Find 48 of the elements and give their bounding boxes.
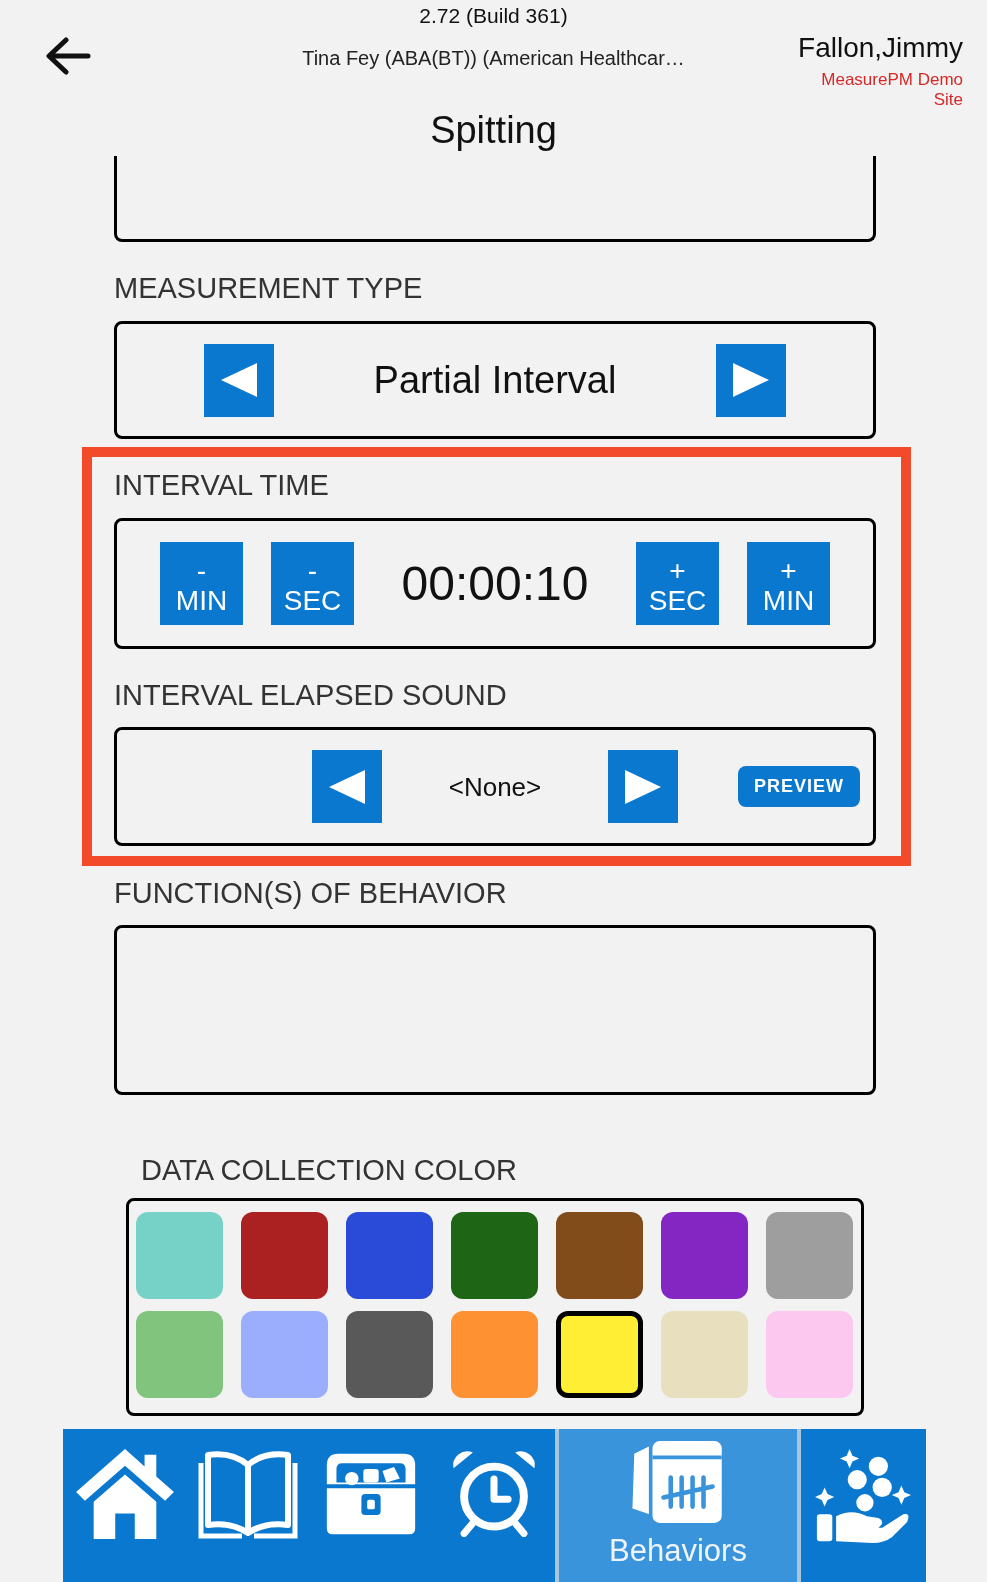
interval-time-value: 00:00:10	[401, 555, 589, 612]
color-swatch-icon[interactable]	[661, 1311, 748, 1398]
step-button[interactable]: - MIN	[160, 542, 243, 625]
behaviors-tab[interactable]: Behaviors	[555, 1429, 801, 1582]
back-arrow-icon[interactable]	[45, 37, 91, 75]
color-swatch-icon[interactable]	[346, 1212, 433, 1299]
behavior-title: Spitting	[430, 108, 557, 152]
step-button[interactable]: + SEC	[636, 542, 719, 625]
previous-button[interactable]	[204, 343, 274, 417]
sound-value: <None>	[448, 770, 542, 803]
next-button[interactable]	[608, 750, 678, 823]
input-field[interactable]	[114, 156, 876, 242]
color-swatch-icon[interactable]	[136, 1212, 223, 1299]
calendar-tally-icon	[632, 1441, 724, 1523]
section-label: INTERVAL ELAPSED SOUND	[114, 679, 507, 711]
client-subtitle: Tina Fey (ABA(BT)) (American Healthcar…	[302, 46, 685, 71]
color-swatch-icon[interactable]	[136, 1311, 223, 1398]
step-button[interactable]: + MIN	[747, 542, 830, 625]
section-label: MEASUREMENT TYPE	[114, 272, 423, 304]
step-button[interactable]: - SEC	[271, 542, 354, 625]
user-name: Fallon,Jimmy	[798, 31, 963, 65]
color-swatch-icon[interactable]	[556, 1311, 643, 1398]
triangle-left-icon	[329, 769, 365, 804]
previous-button[interactable]	[312, 750, 382, 823]
site-name: MeasurePM Demo Site	[820, 70, 963, 110]
color-swatch-icon[interactable]	[241, 1311, 328, 1398]
next-button[interactable]	[716, 343, 786, 417]
triangle-right-icon	[625, 769, 661, 804]
preview-button[interactable]: PREVIEW	[738, 766, 860, 807]
version-text: 2.72 (Build 361)	[419, 3, 568, 29]
color-swatch-icon[interactable]	[766, 1311, 853, 1398]
input-field[interactable]	[114, 925, 876, 1095]
section-label: INTERVAL TIME	[114, 469, 329, 501]
color-swatch-icon[interactable]	[451, 1212, 538, 1299]
open-book-icon	[197, 1449, 298, 1539]
color-swatch-icon[interactable]	[766, 1212, 853, 1299]
section-label: FUNCTION(S) OF BEHAVIOR	[114, 877, 507, 909]
triangle-left-icon	[221, 363, 257, 397]
triangle-right-icon	[733, 363, 769, 397]
measurement-type-value: Partial Interval	[373, 358, 617, 402]
section-label: DATA COLLECTION COLOR	[141, 1154, 517, 1186]
color-swatch-icon[interactable]	[661, 1212, 748, 1299]
hand-coins-icon	[814, 1449, 911, 1545]
color-swatch-icon[interactable]	[346, 1311, 433, 1398]
color-swatch-icon[interactable]	[451, 1311, 538, 1398]
house-icon	[75, 1449, 174, 1539]
color-swatch-icon[interactable]	[556, 1212, 643, 1299]
color-swatch-icon[interactable]	[241, 1212, 328, 1299]
